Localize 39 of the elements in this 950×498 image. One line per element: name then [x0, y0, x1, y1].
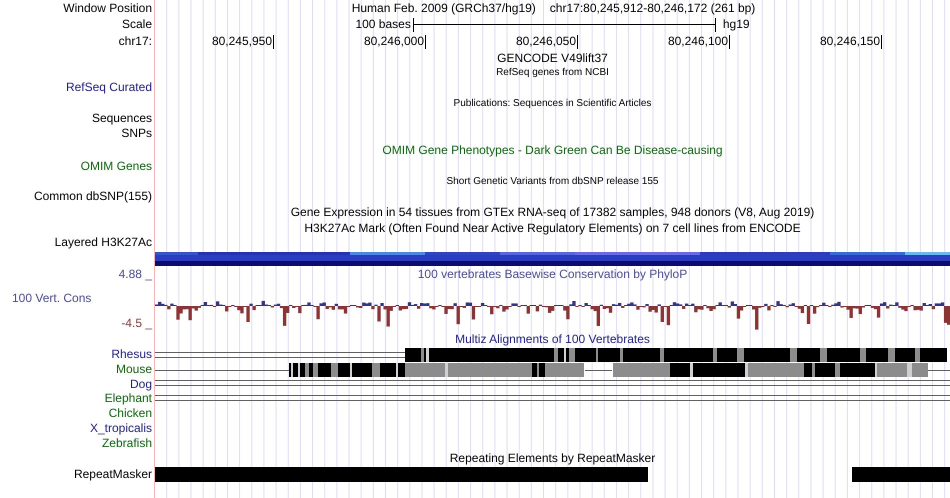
track-title: OMIM Gene Phenotypes - Dark Green Can Be Disease-causing [382, 142, 723, 158]
track-title: Publications: Sequences in Scientific Articles [454, 97, 652, 110]
row-label: Window Position [63, 0, 152, 16]
species-label: Dog [130, 376, 152, 392]
track-title: 100 vertebrates Basewise Conservation by PhyloP [418, 267, 688, 282]
tick-label: 80,246,000 [364, 34, 424, 49]
track-label: Common dbSNP(155) [34, 189, 152, 204]
track-label: 100 Vert. Cons [12, 291, 92, 306]
tick-label: 80,246,050 [516, 34, 576, 49]
row-label: chr17: [118, 34, 152, 49]
species-label: Chicken [108, 406, 152, 421]
axis-label: 4.88 _ [118, 267, 152, 282]
track-title: RefSeq genes from NCBI [496, 66, 609, 79]
assembly-title: Human Feb. 2009 (GRCh37/hg19) [352, 0, 536, 16]
species-label: Mouse [116, 362, 152, 377]
track-title: H3K27Ac Mark (Often Found Near Active Regulatory Elements) on 7 cell lines from ENCODE [304, 220, 801, 236]
track-label: SNPs [121, 126, 152, 141]
track-title: Short Genetic Variants from dbSNP release 155 [446, 174, 658, 188]
species-label: Elephant [104, 391, 152, 406]
position-text: chr17:80,245,912-80,246,172 (261 bp) [550, 0, 756, 16]
species-label: Zebrafish [102, 436, 152, 451]
track-title: Multiz Alignments of 100 Vertebrates [455, 332, 650, 347]
tick-label: 80,245,950 [212, 34, 272, 49]
track-label: RefSeq Curated [66, 80, 152, 95]
species-label: X_tropicalis [90, 421, 152, 436]
tick-label: 80,246,100 [668, 34, 728, 49]
track-label: RepeatMasker [74, 466, 152, 482]
track-label: Sequences [92, 111, 152, 126]
track-title: GENCODE V49lift37 [497, 50, 608, 66]
track-title: Gene Expression in 54 tissues from GTEx RNA-seq of 17382 samples, 948 donors (V8, Aug 2019) [290, 205, 814, 220]
row-label: Scale [122, 17, 152, 32]
track-label: OMIM Genes [80, 158, 152, 174]
scale-text: 100 bases [355, 17, 411, 32]
tick-label: 80,246,150 [820, 34, 880, 49]
species-label: Rhesus [111, 347, 152, 362]
track-title: Repeating Elements by RepeatMasker [450, 451, 656, 466]
assembly-name: hg19 [722, 17, 750, 32]
track-label: Layered H3K27Ac [54, 235, 152, 250]
axis-label: -4.5 _ [121, 316, 152, 331]
